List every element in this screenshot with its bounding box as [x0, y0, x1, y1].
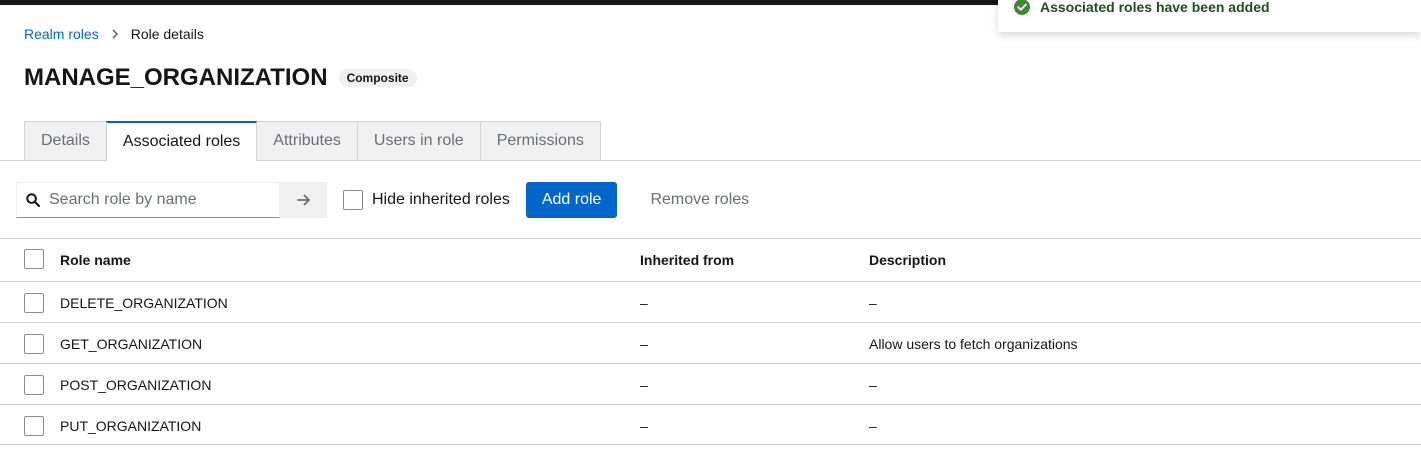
tab-associated-roles[interactable]: Associated roles — [105, 121, 258, 161]
inherited-from: – — [640, 336, 648, 352]
inherited-from: – — [640, 377, 648, 393]
hide-inherited-label: Hide inherited roles — [372, 191, 510, 208]
composite-badge: Composite — [338, 69, 417, 87]
row-checkbox[interactable] — [24, 293, 44, 313]
description: – — [869, 418, 877, 434]
table-header: Role name Inherited from Description — [0, 238, 1421, 281]
toolbar: Hide inherited roles Add role Remove rol… — [16, 182, 765, 218]
toast-title: Associated roles have been added — [1040, 0, 1270, 15]
table-row: PUT_ORGANIZATION – – — [0, 404, 1421, 445]
check-circle-icon — [1014, 0, 1030, 15]
row-checkbox[interactable] — [24, 416, 44, 436]
description: Allow users to fetch organizations — [869, 336, 1078, 352]
row-checkbox[interactable] — [24, 375, 44, 395]
row-checkbox[interactable] — [24, 334, 44, 354]
search-icon — [26, 193, 40, 207]
remove-roles-button[interactable]: Remove roles — [634, 182, 765, 218]
role-name: GET_ORGANIZATION — [60, 336, 203, 352]
column-description: Description — [869, 252, 947, 268]
search-box — [16, 182, 280, 218]
role-name: POST_ORGANIZATION — [60, 377, 212, 393]
table-row: DELETE_ORGANIZATION – – — [0, 281, 1421, 322]
hide-inherited-toggle[interactable]: Hide inherited roles — [343, 190, 510, 210]
title-row: MANAGE_ORGANIZATION Composite — [24, 64, 417, 92]
tab-details[interactable]: Details — [24, 121, 107, 160]
breadcrumb: Realm roles Role details — [24, 26, 204, 42]
role-name: DELETE_ORGANIZATION — [60, 295, 228, 311]
tab-permissions[interactable]: Permissions — [479, 121, 601, 160]
tab-users-in-role[interactable]: Users in role — [356, 121, 481, 160]
role-name: PUT_ORGANIZATION — [60, 418, 202, 434]
inherited-from: – — [640, 295, 648, 311]
tabs: Details Associated roles Attributes User… — [24, 121, 601, 161]
column-inherited-from: Inherited from — [640, 252, 735, 268]
chevron-right-icon — [112, 29, 118, 39]
arrow-right-icon — [296, 194, 310, 206]
column-role-name[interactable]: Role name — [60, 252, 131, 268]
page-title: MANAGE_ORGANIZATION — [24, 64, 328, 91]
success-toast: Associated roles have been added — [998, 0, 1421, 32]
inherited-from: – — [640, 418, 648, 434]
tab-attributes[interactable]: Attributes — [256, 121, 358, 160]
search-input[interactable] — [49, 191, 269, 209]
search-submit-button[interactable] — [280, 182, 327, 218]
description: – — [869, 377, 877, 393]
breadcrumb-realm-roles[interactable]: Realm roles — [24, 26, 99, 42]
roles-table: Role name Inherited from Description DEL… — [0, 238, 1421, 445]
table-row: GET_ORGANIZATION – Allow users to fetch … — [0, 322, 1421, 363]
breadcrumb-current: Role details — [130, 26, 204, 42]
table-row: POST_ORGANIZATION – – — [0, 363, 1421, 404]
select-all-checkbox[interactable] — [24, 249, 44, 269]
add-role-button[interactable]: Add role — [525, 182, 618, 218]
hide-inherited-checkbox[interactable] — [343, 190, 363, 210]
description: – — [869, 295, 877, 311]
